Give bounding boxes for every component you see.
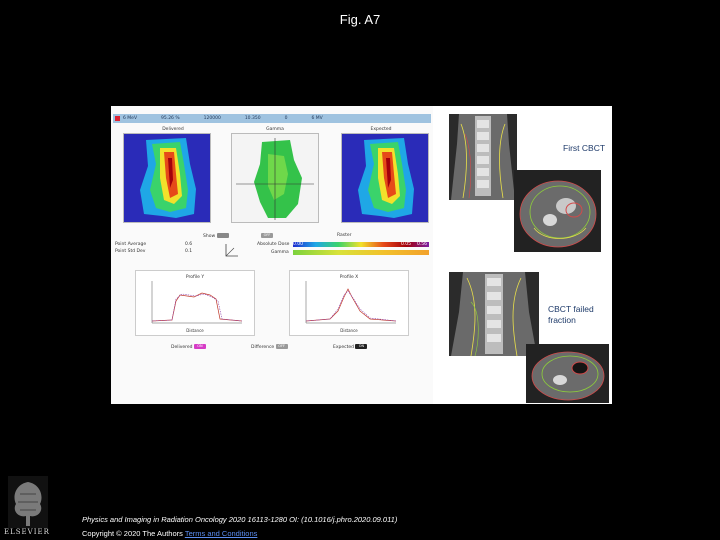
profile-y-chart: Profile Y Distance	[135, 270, 255, 336]
point-std-label: Point Std Dev	[115, 249, 146, 254]
slide-title: Fig. A7	[339, 12, 381, 27]
first-cbct-label: First CBCT	[563, 143, 606, 153]
header-field-4: 10.350	[244, 116, 261, 121]
delivered-dose-map	[123, 133, 211, 223]
diff-switch[interactable]: OFF	[261, 233, 273, 238]
profile-y-xlabel: Distance	[186, 328, 204, 333]
figure-panel: 6 MeV 95.26 % 120000 10.350 0 6 MV Deliv…	[111, 106, 612, 404]
point-average-value: 0.6	[185, 242, 193, 247]
show-label: Show	[203, 234, 216, 239]
show-toggle[interactable]: Show	[203, 233, 229, 239]
failed-cbct-axial-image	[526, 344, 609, 403]
header-field-2: 95.26 %	[161, 116, 180, 121]
elsevier-tree-logo	[8, 476, 48, 534]
raster-toggle[interactable]: Raster	[337, 233, 352, 238]
copyright-line: Copyright © 2020 The Authors Terms and C…	[82, 529, 257, 538]
raster-label: Raster	[337, 233, 352, 238]
expected-toggle[interactable]: Expected ON	[333, 344, 368, 350]
panel-title-gamma: Gamma	[266, 127, 284, 132]
expected-switch[interactable]: ON	[355, 344, 368, 349]
dose-verification-screenshot: 6 MeV 95.26 % 120000 10.350 0 6 MV Deliv…	[111, 106, 433, 404]
delivered-toggle[interactable]: Delivered ON	[171, 344, 206, 350]
difference-label: Difference	[251, 345, 275, 350]
dose-mid: 0.05	[401, 242, 412, 247]
dose-min: 0.00	[293, 242, 304, 247]
delivered-switch[interactable]: ON	[193, 344, 206, 349]
gamma-label: Gamma	[271, 250, 289, 255]
app-header-bar: 6 MeV 95.26 % 120000 10.350 0 6 MV	[113, 114, 431, 123]
gamma-colorbar	[293, 250, 429, 255]
publisher-name: ELSEVIER	[4, 528, 50, 536]
failed-cbct-label-line2: fraction	[548, 315, 576, 325]
failed-cbct-label-line1: CBCT failed	[548, 304, 594, 314]
show-switch[interactable]	[216, 233, 229, 238]
first-cbct-axial-image	[514, 170, 601, 252]
panel-title-expected: Expected	[370, 127, 392, 132]
panel-title-delivered: Delivered	[162, 127, 184, 132]
axes-icon	[224, 242, 240, 260]
copyright-text: Copyright © 2020 The Authors	[82, 529, 183, 538]
terms-link[interactable]: Terms and Conditions	[185, 529, 258, 538]
profile-x-title: Profile X	[340, 274, 359, 280]
point-std-value: 0.1	[185, 249, 193, 254]
absolute-dose-label: Absolute Dose	[257, 242, 290, 247]
header-field-1: 6 MeV	[123, 116, 138, 121]
profile-x-xlabel: Distance	[340, 328, 358, 333]
profile-y-title: Profile Y	[186, 274, 204, 280]
citation-text: Physics and Imaging in Radiation Oncolog…	[82, 515, 398, 524]
record-icon	[115, 116, 120, 121]
dose-max: 0.56	[417, 242, 428, 247]
expected-dose-map	[341, 133, 429, 223]
difference-toggle[interactable]: Difference OFF	[251, 344, 288, 350]
header-field-5: 0	[284, 116, 288, 121]
point-average-label: Point Average	[115, 242, 147, 247]
diff-toggle[interactable]: OFF	[261, 233, 273, 239]
header-field-3: 120000	[203, 116, 221, 121]
profile-x-chart: Profile X Distance	[289, 270, 409, 336]
gamma-map	[231, 133, 319, 223]
expected-label: Expected	[333, 345, 354, 350]
header-field-6: 6 MV	[311, 116, 323, 121]
first-cbct-coronal-image	[449, 114, 517, 200]
delivered-label: Delivered	[171, 345, 193, 350]
difference-switch[interactable]: OFF	[275, 344, 288, 349]
